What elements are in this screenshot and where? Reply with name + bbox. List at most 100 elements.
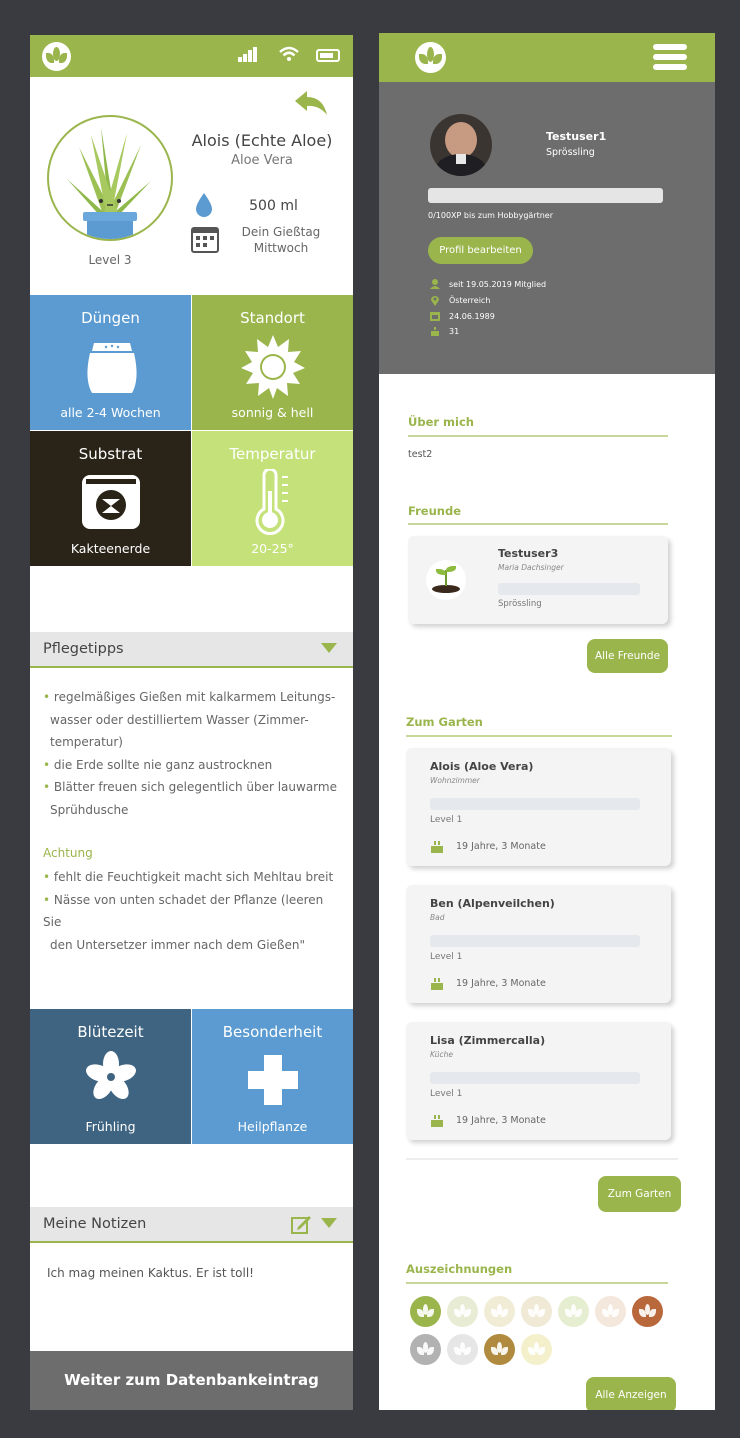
warning-item: • fehlt die Feuchtigkeit macht sich Mehl…	[43, 870, 334, 884]
notes-title: Meine Notizen	[43, 1216, 147, 1232]
friend-name: Testuser3	[498, 547, 559, 560]
tile-location[interactable]: Standort sonnig & hell	[192, 295, 353, 430]
menu-icon[interactable]	[653, 44, 687, 71]
cake-icon	[431, 841, 443, 853]
battery-icon	[316, 49, 340, 62]
wifi-icon	[279, 46, 299, 61]
friend-card[interactable]: Testuser3 Maria Dachsinger Sprössling	[408, 536, 668, 624]
country: Österreich	[449, 296, 491, 305]
xp-progress-bar	[428, 188, 663, 203]
tip-line: wasser oder destilliertem Wasser (Zimmer…	[50, 712, 309, 727]
water-drop-icon	[196, 193, 212, 217]
garden-plant-room: Bad	[430, 913, 445, 922]
app-logo[interactable]	[415, 42, 446, 73]
tile-bloom[interactable]: Blütezeit Frühling	[30, 1009, 191, 1144]
cake-icon	[431, 1115, 443, 1127]
tile-special[interactable]: Besonderheit Heilpflanze	[192, 1009, 353, 1144]
care-tips-header[interactable]: Pflegetipps	[30, 632, 353, 668]
friend-fullname: Maria Dachsinger	[498, 563, 564, 572]
profile-header: Testuser1 Sprössling 0/100XP bis zum Hob…	[379, 82, 715, 374]
award-badge[interactable]	[595, 1296, 626, 1327]
awards-title: Auszeichnungen	[406, 1262, 513, 1276]
garden-card[interactable]: Lisa (Zimmercalla) Küche Level 1 19 Jahr…	[406, 1022, 671, 1140]
award-badge[interactable]	[484, 1296, 515, 1327]
garden-plant-age: 19 Jahre, 3 Monate	[456, 1115, 546, 1126]
tile-title: Standort	[240, 309, 305, 327]
tile-value: alle 2-4 Wochen	[60, 405, 161, 420]
warning-list: • fehlt die Feuchtigkeit macht sich Mehl…	[43, 866, 343, 956]
divider	[406, 735, 672, 737]
care-tips-title: Pflegetipps	[43, 641, 124, 657]
garden-plant-age: 19 Jahre, 3 Monate	[456, 841, 546, 852]
calendar-icon	[191, 227, 219, 253]
award-badge[interactable]	[632, 1296, 663, 1327]
tile-title: Blütezeit	[77, 1023, 144, 1041]
cake-icon	[431, 978, 443, 990]
tile-value: Frühling	[85, 1119, 136, 1134]
edit-profile-button[interactable]: Profil bearbeiten	[428, 237, 533, 264]
garden-plant-name: Lisa (Zimmercalla)	[430, 1034, 546, 1047]
aloe-illustration	[67, 127, 151, 239]
notes-header[interactable]: Meine Notizen	[30, 1207, 353, 1243]
award-badge[interactable]	[447, 1296, 478, 1327]
tile-value: sonnig & hell	[231, 405, 314, 420]
chevron-down-icon[interactable]	[321, 643, 337, 653]
database-button[interactable]: Weiter zum Datenbankeintrag	[30, 1351, 353, 1410]
garden-plant-level: Level 1	[430, 952, 463, 962]
award-badge[interactable]	[410, 1296, 441, 1327]
divider	[406, 1158, 678, 1160]
user-icon	[430, 279, 440, 289]
avatar	[430, 114, 492, 176]
award-badge[interactable]	[521, 1334, 552, 1365]
garden-card[interactable]: Alois (Aloe Vera) Wohnzimmer Level 1 19 …	[406, 748, 671, 866]
app-logo[interactable]	[42, 42, 71, 71]
friends-title: Freunde	[408, 504, 461, 518]
all-awards-button[interactable]: Alle Anzeigen	[586, 1377, 676, 1410]
tile-temperature[interactable]: Temperatur 20-25°	[192, 431, 353, 566]
garden-plant-age: 19 Jahre, 3 Monate	[456, 978, 546, 989]
tile-value: Kakteenerde	[70, 541, 151, 556]
status-bar	[30, 35, 353, 77]
chevron-down-icon[interactable]	[321, 1218, 337, 1228]
friend-progress-bar	[498, 583, 640, 595]
profile-rank: Sprössling	[546, 147, 595, 158]
plant-name: Alois (Echte Aloe)	[191, 131, 333, 150]
garden-button[interactable]: Zum Garten	[598, 1176, 681, 1212]
award-badge[interactable]	[484, 1334, 515, 1365]
about-title: Über mich	[408, 415, 474, 429]
tile-value: Heilpflanze	[237, 1119, 308, 1134]
garden-card[interactable]: Ben (Alpenveilchen) Bad Level 1 19 Jahre…	[406, 885, 671, 1003]
tile-fertilize[interactable]: Düngen alle 2-4 Wochen	[30, 295, 191, 430]
garden-progress-bar	[430, 798, 640, 810]
profile-screen: Testuser1 Sprössling 0/100XP bis zum Hob…	[379, 33, 715, 1410]
water-amount: 500 ml	[249, 198, 298, 214]
notes-text: Ich mag meinen Kaktus. Er ist toll!	[47, 1266, 254, 1280]
garden-plant-level: Level 1	[430, 1089, 463, 1099]
plant-detail-screen: Level 3 Alois (Echte Aloe) Aloe Vera 500…	[30, 35, 353, 1410]
awards-grid	[410, 1296, 670, 1370]
divider	[408, 435, 668, 437]
back-icon[interactable]	[293, 89, 329, 117]
tip-item: • Blätter freuen sich gelegentlich über …	[43, 780, 337, 794]
divider	[406, 1282, 668, 1284]
birthdate: 24.06.1989	[449, 312, 495, 321]
plant-species: Aloe Vera	[231, 153, 293, 168]
award-badge[interactable]	[447, 1334, 478, 1365]
award-badge[interactable]	[410, 1334, 441, 1365]
garden-plant-name: Ben (Alpenveilchen)	[430, 897, 555, 910]
tile-title: Düngen	[81, 309, 140, 327]
calendar-icon	[430, 312, 440, 321]
tile-substrate[interactable]: Substrat Kakteenerde	[30, 431, 191, 566]
garden-plant-room: Küche	[430, 1050, 453, 1059]
member-since: seit 19.05.2019 Mitglied	[449, 280, 547, 289]
award-badge[interactable]	[521, 1296, 552, 1327]
all-friends-button[interactable]: Alle Freunde	[587, 639, 668, 673]
tile-value: 20-25°	[251, 541, 294, 556]
edit-icon[interactable]	[290, 1213, 312, 1235]
water-day-label: Dein Gießtag	[241, 225, 321, 239]
award-badge[interactable]	[558, 1296, 589, 1327]
flower-icon	[86, 1051, 136, 1100]
warning-title: Achtung	[43, 846, 93, 860]
garden-progress-bar	[430, 935, 640, 947]
tip-item: • regelmäßiges Gießen mit kalkarmem Leit…	[43, 690, 336, 704]
